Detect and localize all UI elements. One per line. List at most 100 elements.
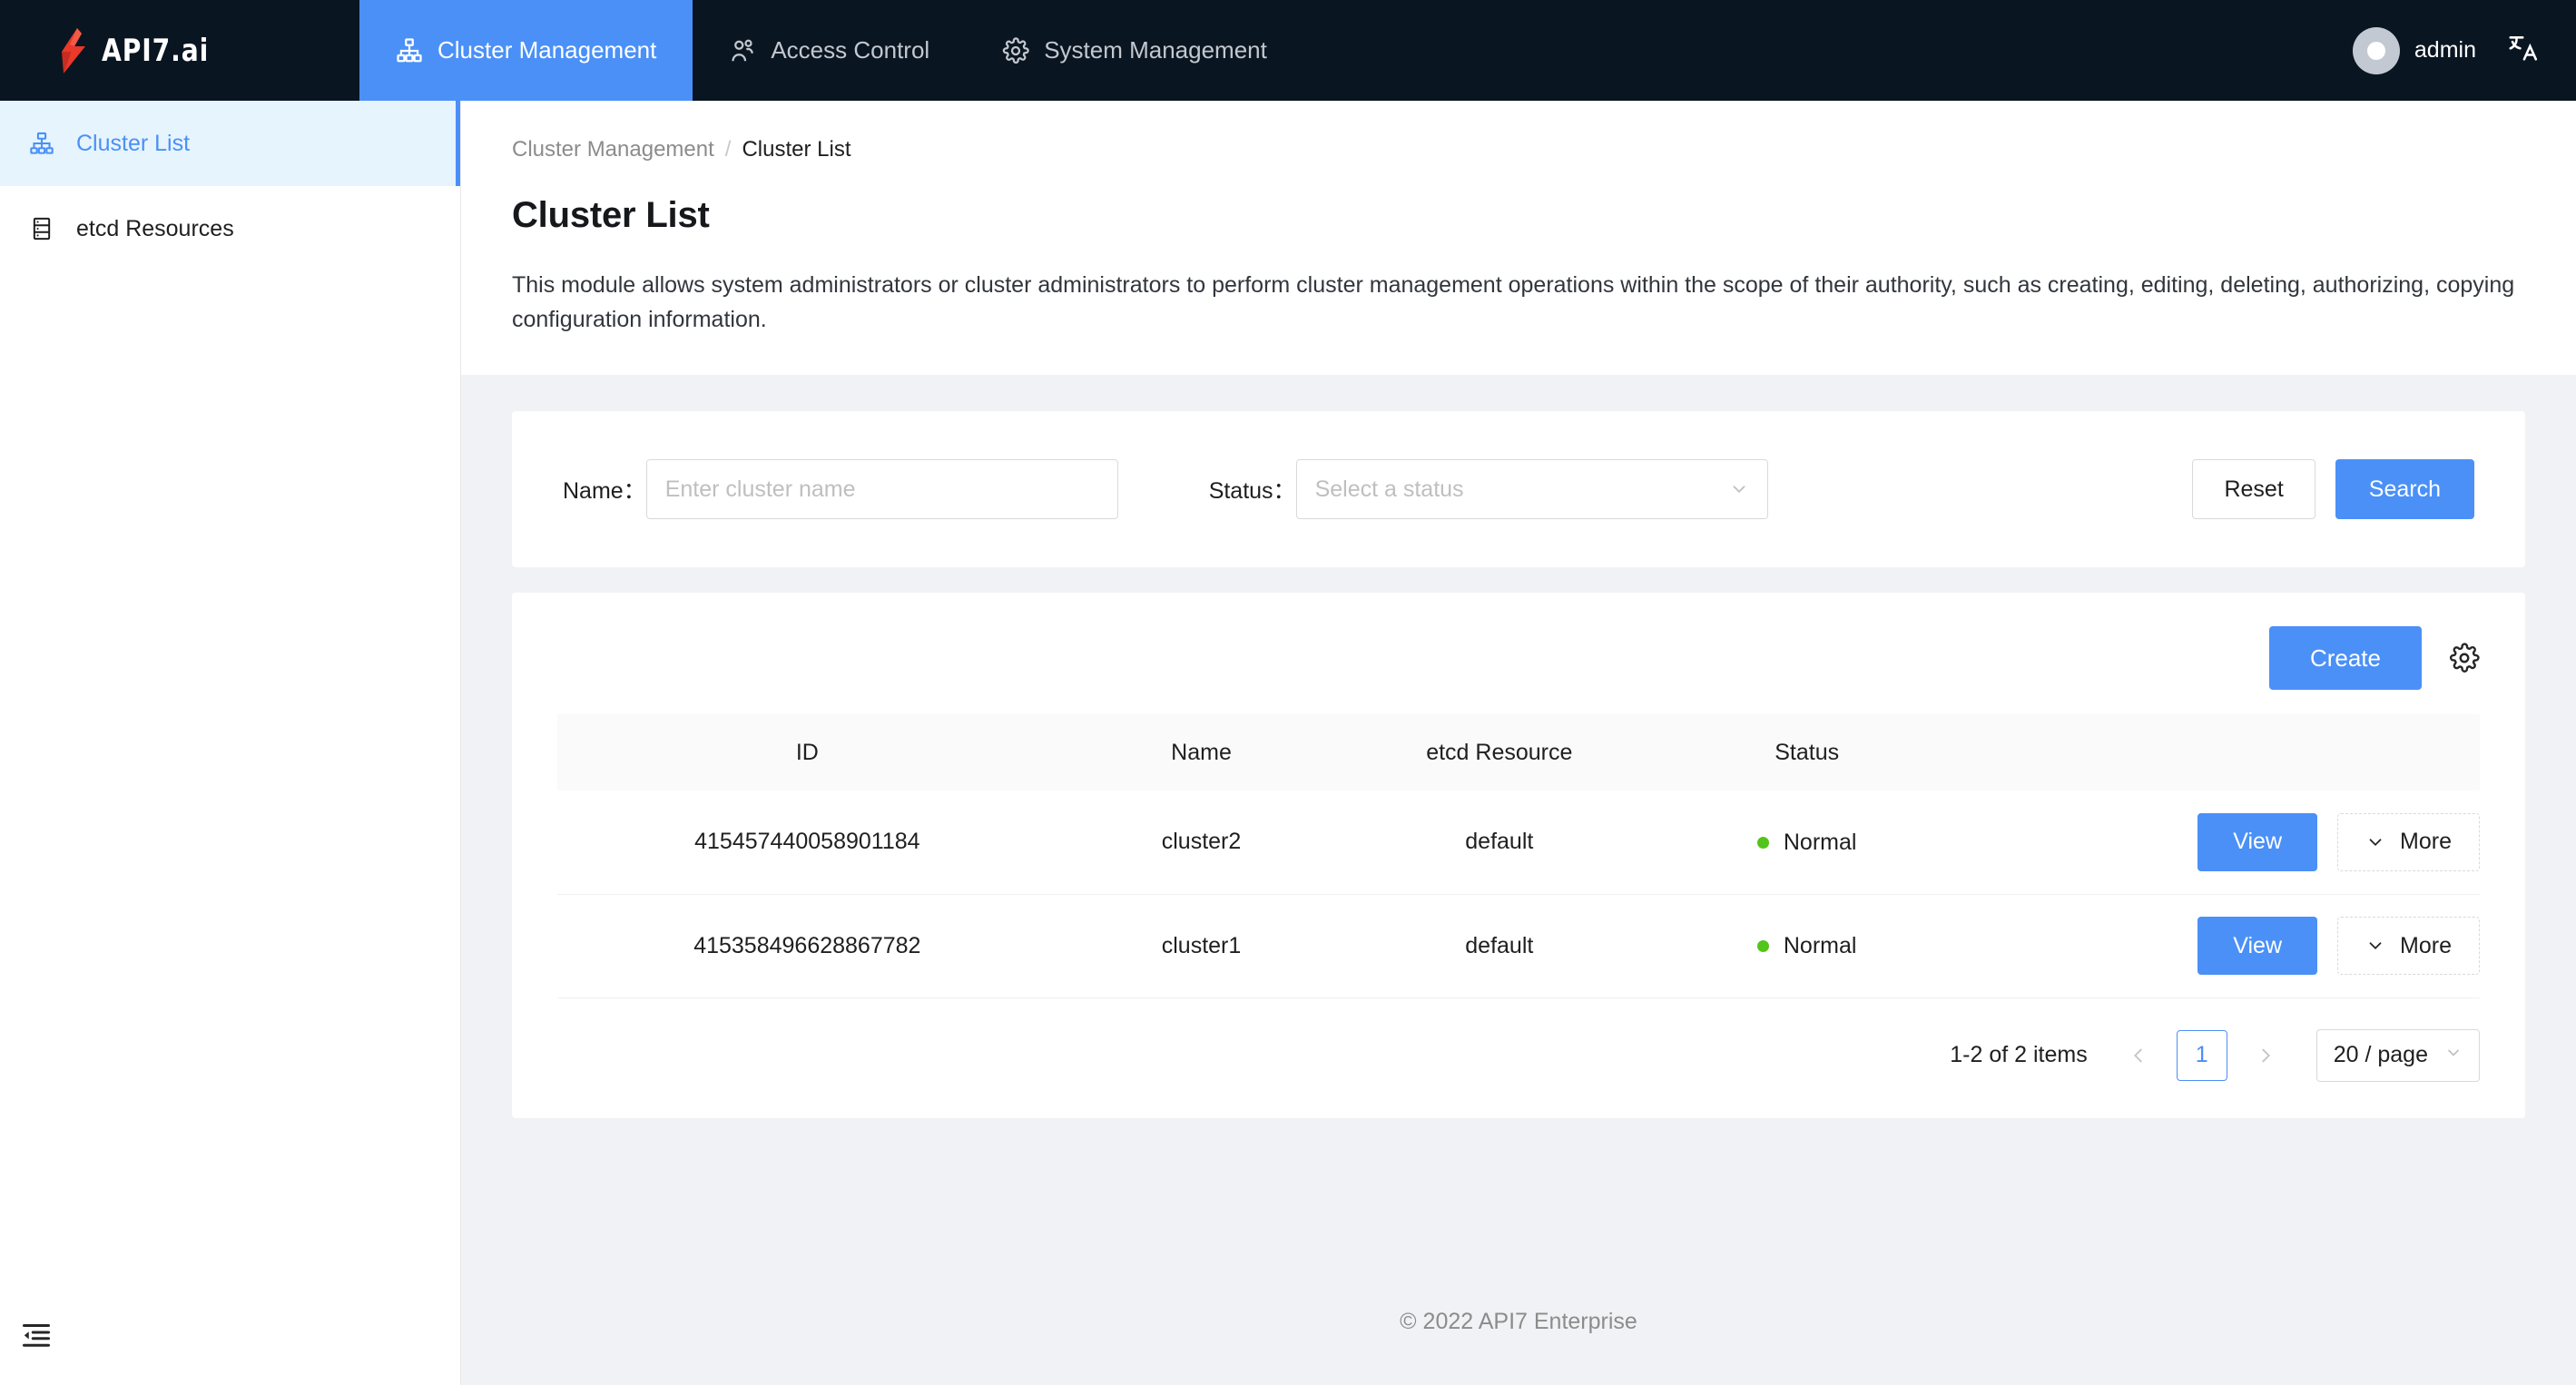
table-body: 415457440058901184 cluster2 default Norm… bbox=[557, 791, 2480, 998]
sidebar-item-etcd-resources[interactable]: etcd Resources bbox=[0, 186, 460, 271]
status-badge: Normal bbox=[1756, 933, 1857, 959]
cell-status: Normal bbox=[1653, 894, 1961, 998]
footer-text: © 2022 API7 Enterprise bbox=[1400, 1308, 1637, 1334]
filter-panel: Name： Status： Select a status Reset Sea bbox=[512, 411, 2525, 567]
more-button-label: More bbox=[2400, 932, 2452, 958]
pagination: 1-2 of 2 items 1 20 / page bbox=[557, 1028, 2480, 1082]
footer: © 2022 API7 Enterprise bbox=[461, 1258, 2576, 1385]
status-filter: Status： Select a status bbox=[1209, 459, 1768, 519]
more-button[interactable]: More bbox=[2337, 812, 2480, 871]
pagination-total: 1-2 of 2 items bbox=[1950, 1042, 2088, 1067]
column-header-id: ID bbox=[557, 714, 1057, 791]
table-head: ID Name etcd Resource Status bbox=[557, 714, 2480, 791]
menu-fold-icon bbox=[23, 1324, 50, 1347]
translate-icon[interactable] bbox=[2507, 32, 2540, 69]
column-header-name: Name bbox=[1057, 714, 1346, 791]
top-navigation-bar: API7.ai Cluster Management Access Contro… bbox=[0, 0, 2576, 101]
sidebar-collapse-button[interactable] bbox=[0, 1285, 460, 1385]
pagination-prev-button[interactable] bbox=[2120, 1030, 2157, 1081]
user-name: admin bbox=[2414, 37, 2476, 63]
table-settings-button[interactable] bbox=[2449, 643, 2480, 673]
server-icon bbox=[27, 216, 56, 241]
reset-button[interactable]: Reset bbox=[2192, 459, 2315, 519]
status-dot-icon bbox=[1756, 836, 1769, 849]
cluster-table: ID Name etcd Resource Status 41545744005… bbox=[557, 714, 2480, 998]
more-button[interactable]: More bbox=[2337, 917, 2480, 975]
nav-item-label: System Management bbox=[1044, 36, 1267, 64]
page-title: Cluster List bbox=[512, 195, 710, 235]
pagination-next-button[interactable] bbox=[2247, 1030, 2284, 1081]
status-label: Normal bbox=[1783, 829, 1857, 855]
cluster-icon bbox=[27, 131, 56, 156]
cluster-name-input[interactable] bbox=[645, 459, 1118, 519]
cell-name: cluster2 bbox=[1057, 791, 1346, 895]
main-content: Cluster Management / Cluster List Cluste… bbox=[461, 101, 2576, 1385]
chevron-left-icon bbox=[2133, 1048, 2142, 1062]
table-toolbar: Create bbox=[557, 624, 2480, 692]
column-header-status: Status bbox=[1653, 714, 1961, 791]
page-description: This module allows system administrators… bbox=[512, 272, 2515, 332]
sidebar: Cluster List etcd Resources bbox=[0, 101, 461, 1385]
cluster-table-panel: Create ID Name etcd Resource Status 4154… bbox=[512, 593, 2525, 1118]
row-action-group: View More bbox=[2197, 812, 2480, 871]
status-select-value: Select a status bbox=[1314, 476, 1464, 502]
name-filter: Name： bbox=[563, 459, 1118, 519]
breadcrumb-parent[interactable]: Cluster Management bbox=[512, 137, 714, 162]
chevron-down-icon bbox=[1733, 486, 1745, 494]
brand-name: API7.ai bbox=[102, 32, 210, 69]
column-header-etcd-resource: etcd Resource bbox=[1345, 714, 1654, 791]
table-row: 415457440058901184 cluster2 default Norm… bbox=[557, 791, 2480, 895]
user-group-icon bbox=[732, 39, 754, 61]
top-nav-right: admin bbox=[2352, 0, 2576, 101]
chevron-right-icon bbox=[2262, 1048, 2270, 1062]
table-row: 415358496628867782 cluster1 default Norm… bbox=[557, 894, 2480, 998]
page-header: Cluster Management / Cluster List Cluste… bbox=[461, 101, 2576, 375]
cell-etcd-resource: default bbox=[1345, 894, 1654, 998]
filter-actions: Reset Search bbox=[2192, 459, 2474, 519]
more-button-label: More bbox=[2400, 829, 2452, 855]
cell-id: 415358496628867782 bbox=[557, 894, 1057, 998]
view-button[interactable]: View bbox=[2197, 812, 2318, 871]
row-action-group: View More bbox=[2197, 917, 2480, 975]
avatar bbox=[2352, 26, 2400, 74]
user-menu[interactable]: admin bbox=[2352, 26, 2476, 74]
lightning-bolt-icon bbox=[62, 27, 85, 74]
cell-etcd-resource: default bbox=[1345, 791, 1654, 895]
view-button[interactable]: View bbox=[2197, 917, 2318, 975]
chevron-down-icon bbox=[2369, 839, 2382, 846]
app-body: Cluster List etcd Resources Cluster Mana… bbox=[0, 101, 2576, 1385]
status-select[interactable]: Select a status bbox=[1295, 459, 1768, 519]
cell-actions: View More bbox=[1961, 791, 2480, 895]
sidebar-item-label: Cluster List bbox=[76, 130, 191, 156]
gear-icon bbox=[2449, 643, 2480, 673]
page-size-select[interactable]: 20 / page bbox=[2315, 1028, 2480, 1082]
status-label: Normal bbox=[1783, 933, 1857, 958]
content-area: Name： Status： Select a status Reset Sea bbox=[461, 375, 2576, 1258]
chevron-down-icon bbox=[2369, 942, 2382, 950]
page-size-value: 20 / page bbox=[2333, 1042, 2428, 1067]
cell-name: cluster1 bbox=[1057, 894, 1346, 998]
gear-icon bbox=[1002, 36, 1029, 64]
column-header-actions bbox=[1961, 714, 2480, 791]
cluster-icon bbox=[397, 37, 422, 62]
status-filter-label: Status： bbox=[1208, 478, 1296, 504]
sidebar-item-label: etcd Resources bbox=[76, 215, 234, 241]
cell-id: 415457440058901184 bbox=[557, 791, 1057, 895]
nav-item-cluster-management[interactable]: Cluster Management bbox=[359, 0, 693, 101]
cell-status: Normal bbox=[1653, 791, 1961, 895]
name-filter-label: Name： bbox=[563, 478, 646, 504]
chevron-down-icon bbox=[2444, 1042, 2463, 1068]
create-button[interactable]: Create bbox=[2268, 626, 2422, 690]
nav-item-label: Access Control bbox=[771, 36, 930, 64]
brand-logo[interactable]: API7.ai bbox=[0, 0, 359, 101]
nav-item-system-management[interactable]: System Management bbox=[966, 0, 1303, 101]
search-button[interactable]: Search bbox=[2335, 459, 2474, 519]
breadcrumb: Cluster Management / Cluster List bbox=[512, 137, 2525, 162]
breadcrumb-separator: / bbox=[724, 137, 732, 162]
status-badge: Normal bbox=[1756, 829, 1857, 856]
nav-item-access-control[interactable]: Access Control bbox=[693, 0, 966, 101]
pagination-page-1[interactable]: 1 bbox=[2176, 1029, 2227, 1081]
breadcrumb-current: Cluster List bbox=[742, 137, 851, 162]
sidebar-item-cluster-list[interactable]: Cluster List bbox=[0, 101, 460, 186]
table-header-row: ID Name etcd Resource Status bbox=[557, 714, 2480, 791]
